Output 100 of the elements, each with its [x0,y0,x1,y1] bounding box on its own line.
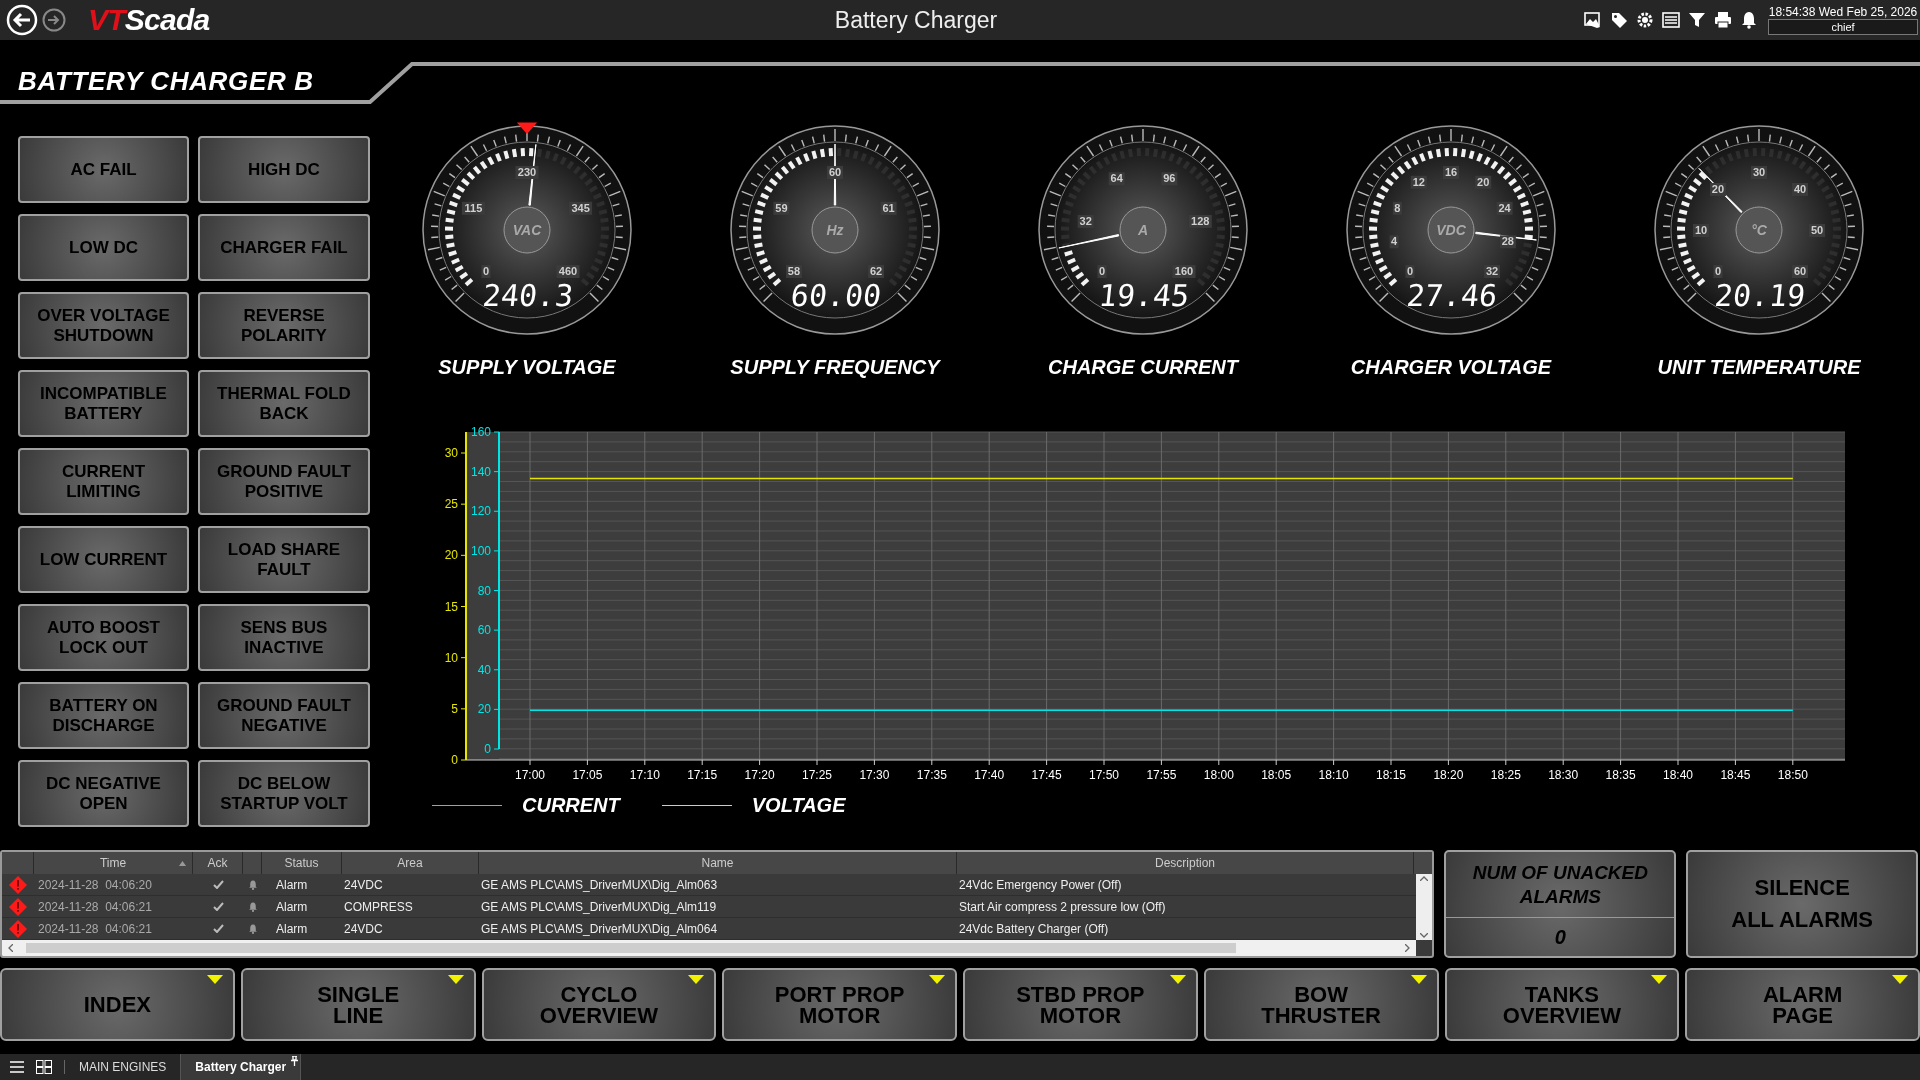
navigation-button[interactable]: INDEX [0,968,235,1041]
column-header[interactable]: Time [99,854,127,872]
scale-label: 0 [482,265,490,277]
navigation-button[interactable]: TANKS OVERVIEW [1444,968,1680,1041]
digital-readout: 240.3 [481,278,576,313]
axis-tick-label: 18:20 [1433,768,1464,782]
alarm-indicator-button[interactable]: REVERSE POLARITY [198,292,370,359]
axis-tick-label: 17:05 [572,768,603,782]
alarm-indicator-button[interactable]: CHARGER FAIL [198,214,370,281]
back-icon[interactable] [6,4,38,36]
gauge-hub [811,206,859,254]
table-cell-text: COMPRESS [343,898,414,916]
navigation-button[interactable]: STBD PROP MOTOR [963,968,1198,1041]
alarm-indicator-button[interactable]: INCOMPATIBLE BATTERY [18,370,189,437]
table-cell-text: 2024-11-28 04:06:20 [37,876,153,894]
filter-icon[interactable] [1688,11,1706,29]
axis-tick-label: 17:30 [859,768,890,782]
alarm-indicator-button[interactable]: GROUND FAULT POSITIVE [198,448,370,515]
scale-label: 40 [1793,183,1807,195]
alarm-indicator-button[interactable]: LOW DC [18,214,189,281]
table-cell-text: Alarm [275,898,309,916]
axis-tick-label: 100 [470,543,491,558]
scale-label: 12 [1412,175,1425,188]
scale-label: 32 [1485,265,1499,277]
gauge-hub [1427,206,1475,254]
scale-label: 0 [1406,265,1414,277]
gear-icon[interactable] [1636,11,1654,29]
sort-icon[interactable] [179,861,186,866]
axis-tick-label: 18:00 [1203,768,1234,782]
scale-label: 160 [1174,265,1194,277]
picture-edit-icon[interactable] [1584,11,1602,29]
dropdown-icon [688,975,705,984]
clock: 18:54:38 Wed Feb 25, 2026 [1768,5,1918,19]
table-cell-text: Alarm [275,920,309,938]
scale-label: 20 [1711,183,1725,195]
scroll-down-icon[interactable] [1420,933,1429,938]
navigation-button[interactable]: SINGLE LINE [240,968,476,1041]
unit-label: °C [1751,222,1767,238]
axis-tick-label: 17:20 [744,768,775,782]
scale-label: 30 [1752,166,1766,178]
navigation-button[interactable]: BOW THRUSTER [1203,968,1439,1041]
axis-tick-label: 18:35 [1605,768,1636,782]
alarm-indicator-button[interactable]: OVER VOLTAGE SHUTDOWN [18,292,189,359]
scroll-right-icon[interactable] [1405,944,1411,952]
bell-icon[interactable] [1740,11,1758,29]
gauge-label: SUPPLY VOLTAGE [438,355,616,380]
grid-icon[interactable] [36,1060,52,1074]
navigation-button[interactable]: PORT PROP MOTOR [722,968,957,1041]
alarm-indicator-button[interactable]: DC BELOW STARTUP VOLT [198,760,370,827]
axis-tick-label: 160 [470,426,491,439]
column-header[interactable]: Ack [207,854,228,872]
column-header[interactable]: Description [1155,854,1215,872]
scale-label: 4 [1391,235,1398,248]
alarm-indicator-button[interactable]: HIGH DC [198,136,370,203]
menu-icon[interactable] [10,1061,24,1073]
panel-label: NUM OF UNACKED ALARMS [1446,852,1675,918]
scale-label: 24 [1498,201,1511,214]
column-header[interactable]: Area [397,854,423,872]
taskbar-tab[interactable]: Battery Charger [181,1054,302,1080]
alarm-indicator-button[interactable]: AC FAIL [18,136,189,203]
table-cell-text: GE AMS PLC\AMS_DriverMUX\Dig_Alm063 [480,876,719,894]
vertical-scrollbar[interactable] [1416,874,1433,940]
silence-alarms-button[interactable]: SILENCE ALL ALARMS [1686,850,1918,958]
forward-icon[interactable] [42,8,66,32]
gauge-label: UNIT TEMPERATURE [1657,355,1861,380]
alarm-indicator-button[interactable]: AUTO BOOST LOCK OUT [18,604,189,671]
legend-label: VOLTAGE [751,793,846,818]
pin-icon[interactable] [291,1056,299,1066]
scroll-up-icon[interactable] [1420,876,1429,881]
print-icon[interactable] [1714,11,1732,29]
alarm-indicator-button[interactable]: THERMAL FOLD BACK [198,370,370,437]
alarm-indicator-button[interactable]: DC NEGATIVE OPEN [18,760,189,827]
tag-icon[interactable] [1610,11,1628,29]
table-cell-text: GE AMS PLC\AMS_DriverMUX\Dig_Alm064 [480,920,719,938]
list-icon[interactable] [1662,11,1680,29]
logo: VTScada [88,5,210,35]
alarm-indicator-button[interactable]: SENS BUS INACTIVE [198,604,370,671]
alarm-indicator-button[interactable]: LOAD SHARE FAULT [198,526,370,593]
axis-tick-label: 60 [477,623,491,638]
gauge-hub [503,206,551,254]
user-field: chief [1768,19,1918,35]
alarm-indicator-button[interactable]: GROUND FAULT NEGATIVE [198,682,370,749]
navigation-button[interactable]: CYCLO OVERVIEW [481,968,717,1041]
page-title: BATTERY CHARGER B [18,65,314,98]
horizontal-scrollbar[interactable] [2,940,1417,956]
scale-label: 61 [882,201,895,214]
column-header[interactable]: Name [701,854,734,872]
dropdown-icon [929,975,945,984]
axis-tick-label: 0 [484,742,491,756]
column-header[interactable]: Status [284,854,319,872]
alarm-indicator-button[interactable]: LOW CURRENT [18,526,189,593]
axis-tick-label: 25 [444,497,458,512]
scroll-left-icon[interactable] [8,944,13,952]
alarm-indicator-button[interactable]: CURRENT LIMITING [18,448,189,515]
axis-tick-label: 17:00 [515,768,545,782]
navigation-button[interactable]: ALARM PAGE [1685,968,1920,1041]
alarm-indicator-button[interactable]: BATTERY ON DISCHARGE [18,682,189,749]
scale-label: 20 [1477,175,1490,188]
scale-label: 59 [775,201,788,214]
table-cell-text: Start Air compress 2 pressure low (Off) [958,898,1167,916]
